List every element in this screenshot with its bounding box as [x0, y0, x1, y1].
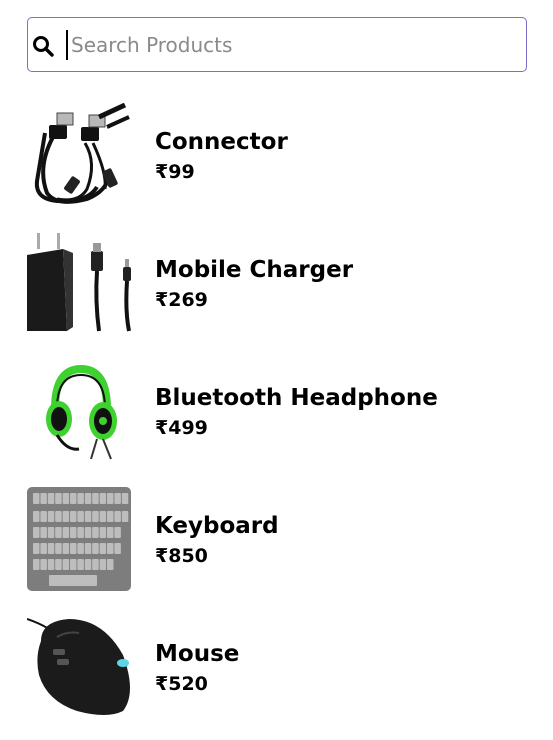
product-item-mobile-charger[interactable]: Mobile Charger ₹269	[27, 228, 527, 356]
product-item-mouse[interactable]: Mouse ₹520	[27, 612, 527, 740]
mouse-image	[27, 618, 130, 715]
product-name: Keyboard	[155, 513, 279, 539]
product-item-keyboard[interactable]: Keyboard ₹850	[27, 484, 527, 612]
product-price: ₹520	[155, 673, 208, 695]
product-name: Mouse	[155, 641, 240, 667]
product-price: ₹850	[155, 545, 208, 567]
search-box[interactable]	[27, 17, 527, 72]
keyboard-image	[27, 487, 131, 591]
search-input[interactable]	[66, 30, 511, 60]
usb-cable-image	[34, 103, 130, 204]
product-name: Bluetooth Headphone	[155, 385, 438, 411]
product-item-connector[interactable]: Connector ₹99	[27, 100, 527, 228]
product-name: Mobile Charger	[155, 257, 354, 283]
product-price: ₹99	[155, 161, 195, 183]
product-price: ₹499	[155, 417, 208, 439]
charger-image	[27, 233, 131, 332]
product-list: Connector ₹99 Mobile Charger ₹269 Blueto…	[27, 100, 527, 740]
product-price: ₹269	[155, 289, 208, 311]
product-name: Connector	[155, 129, 288, 155]
search-icon	[33, 36, 54, 57]
headphone-image	[46, 364, 117, 460]
product-item-bluetooth-headphone[interactable]: Bluetooth Headphone ₹499	[27, 356, 527, 484]
